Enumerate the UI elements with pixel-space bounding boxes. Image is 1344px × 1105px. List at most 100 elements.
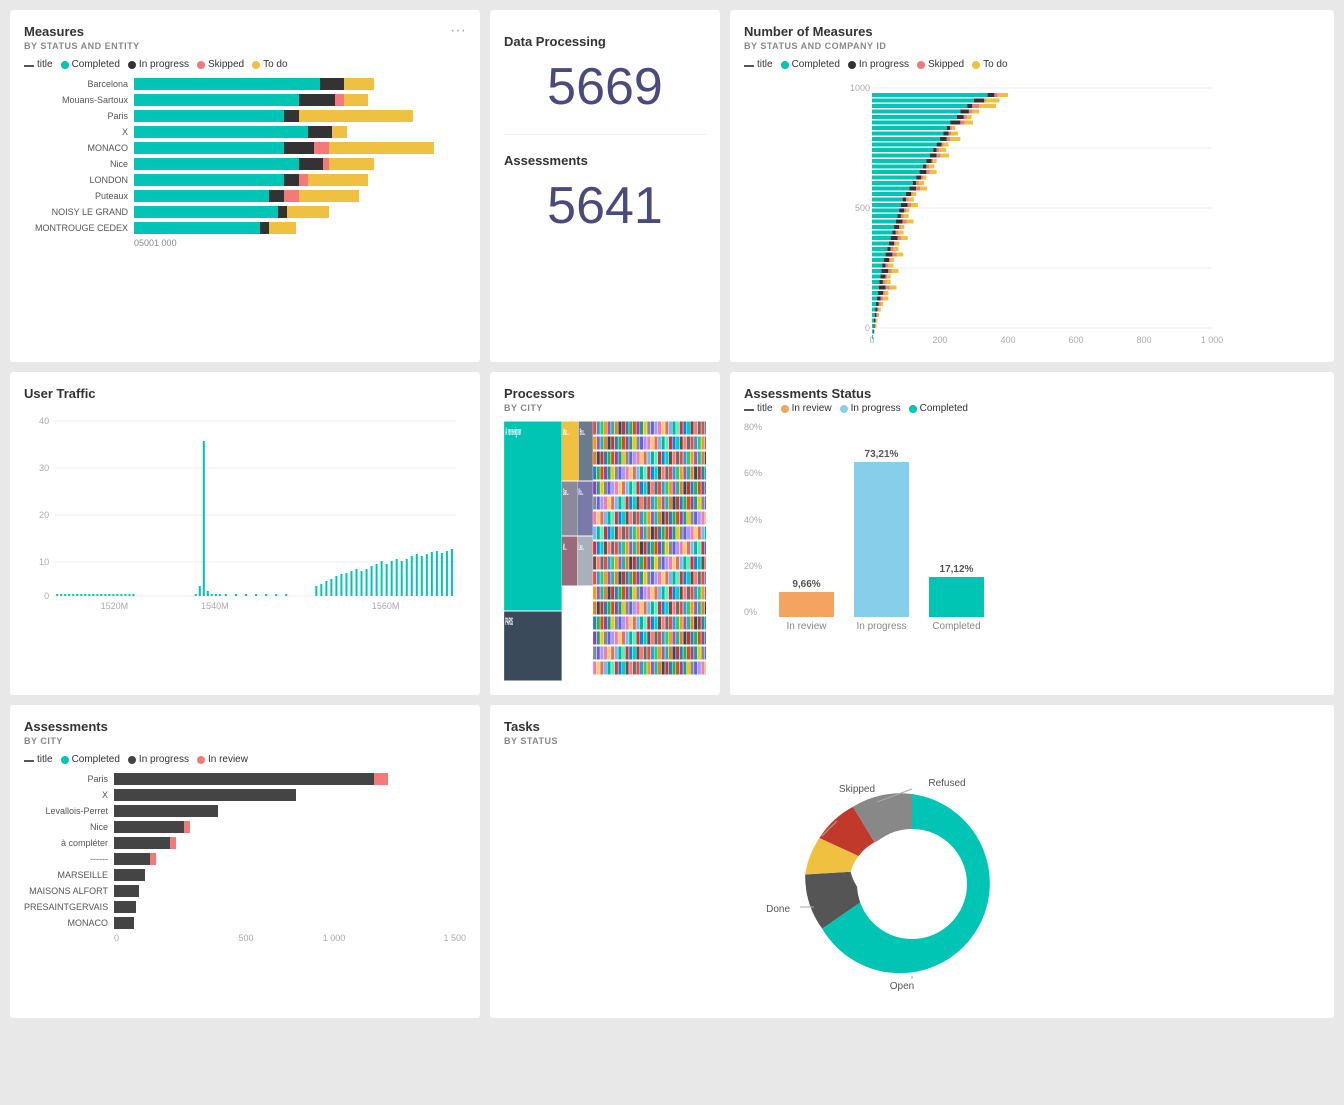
legend-completed: Completed: [72, 59, 120, 70]
measures-menu[interactable]: ···: [450, 22, 466, 40]
assess-bar-row: ------: [24, 853, 466, 865]
svg-text:Done: Done: [766, 904, 790, 915]
svg-text:40: 40: [39, 416, 49, 426]
as-chart: 80%60%40%20%0% 9,66% 73,21% 17,12%: [744, 422, 1320, 642]
legend-inprogress: In progress: [139, 59, 189, 70]
svg-text:Open: Open: [890, 981, 914, 992]
bar-row: Nice: [24, 158, 466, 170]
bar-label: LONDON: [24, 175, 134, 185]
as-title: Assessments Status: [744, 386, 1320, 401]
bar-label: Paris: [24, 111, 134, 121]
svg-text:200: 200: [932, 335, 947, 345]
bar-row: Paris: [24, 110, 466, 122]
svg-text:1 000: 1 000: [1201, 335, 1224, 345]
number-of-measures-subtitle: BY STATUS AND COMPANY ID: [744, 41, 1320, 51]
svg-text:600: 600: [1068, 335, 1083, 345]
bar-label: NOISY LE GRAND: [24, 207, 134, 217]
assess-bar-row: MARSEILLE: [24, 869, 466, 881]
processors-card: Processors BY CITY A renseignerPARISMar.…: [490, 372, 720, 695]
assess-bar-label: Levallois-Perret: [24, 806, 114, 816]
data-processing-title: Data Processing: [504, 34, 706, 49]
assessments-city-subtitle: BY CITY: [24, 736, 466, 746]
svg-text:M...: M...: [563, 543, 567, 553]
measures-chart: Barcelona Mouans-Sartoux Paris: [24, 78, 466, 234]
bar-row: Puteaux: [24, 190, 466, 202]
svg-text:0: 0: [869, 335, 874, 345]
bar-label: MONTROUGE CEDEX: [24, 223, 134, 233]
number-of-measures-chart: 1000500002004006008001 000: [744, 78, 1320, 348]
assess-bar-row: Paris: [24, 773, 466, 785]
user-traffic-title: User Traffic: [24, 386, 466, 401]
svg-text:A renseigner: A renseigner: [505, 425, 521, 437]
bar-label: Nice: [24, 159, 134, 169]
measures-x-axis: 05001 000: [134, 238, 466, 248]
assess-bar-label: Paris: [24, 774, 114, 784]
bar-label: Mouans-Sartoux: [24, 95, 134, 105]
assessments-city-card: Assessments BY CITY title Completed In p…: [10, 705, 480, 1018]
bar-label: Barcelona: [24, 79, 134, 89]
bar-row: NOISY LE GRAND: [24, 206, 466, 218]
bar-label: X: [24, 127, 134, 137]
assess-bar-label: à compléter: [24, 838, 114, 848]
svg-text:0: 0: [865, 323, 870, 333]
number-of-measures-title: Number of Measures: [744, 24, 1320, 39]
assess-bar-row: MONACO: [24, 917, 466, 929]
assess-bar-row: Nice: [24, 821, 466, 833]
bar-completed: 17,12%: [929, 564, 984, 617]
assessments-title: Assessments: [504, 153, 706, 168]
tasks-donut-area: Open Skipped Refused Done: [504, 754, 1320, 1004]
measures-title: Measures: [24, 24, 466, 39]
bar-label: Puteaux: [24, 191, 134, 201]
svg-text:500: 500: [855, 203, 870, 213]
measures-subtitle: BY STATUS AND ENTITY: [24, 41, 466, 51]
data-processing-value: 5669: [504, 59, 706, 116]
num-measures-legend: title Completed In progress Skipped To d…: [744, 59, 1320, 70]
assess-bar-label: MAISONS ALFORT: [24, 886, 114, 896]
assessments-city-title: Assessments: [24, 719, 466, 734]
svg-text:Skipped: Skipped: [839, 784, 875, 795]
assess-bar-row: Levallois-Perret: [24, 805, 466, 817]
data-processing-section: Data Processing 5669: [504, 24, 706, 126]
number-of-measures-card: Number of Measures BY STATUS AND COMPANY…: [730, 10, 1334, 362]
assessments-city-legend: title Completed In progress In review: [24, 754, 466, 765]
data-processing-card: Data Processing 5669 Assessments 5641: [490, 10, 720, 362]
assess-bar-label: X: [24, 790, 114, 800]
svg-text:800: 800: [1136, 335, 1151, 345]
svg-text:1560M: 1560M: [372, 601, 400, 611]
svg-text:San...: San...: [563, 488, 569, 498]
assess-bar-label: PRESAINTGERVAIS: [24, 902, 114, 912]
assessments-city-chart: Paris X Levallois-Perret Nice: [24, 773, 466, 929]
bar-row: MONACO: [24, 142, 466, 154]
bar-row: Mouans-Sartoux: [24, 94, 466, 106]
bar-row: LONDON: [24, 174, 466, 186]
assess-bar-label: MARSEILLE: [24, 870, 114, 880]
assess-bar-row: X: [24, 789, 466, 801]
assess-bar-label: MONACO: [24, 918, 114, 928]
tasks-card: Tasks BY STATUS Open Skipped: [490, 705, 1334, 1018]
legend-todo: To do: [263, 59, 287, 70]
legend-skipped: Skipped: [208, 59, 244, 70]
assess-bar-row: MAISONS ALFORT: [24, 885, 466, 897]
traffic-svg: 40 30 20 10 0: [24, 411, 466, 611]
bar-in-review: 9,66%: [779, 579, 834, 617]
assessments-value: 5641: [504, 178, 706, 235]
svg-text:1520M: 1520M: [101, 601, 129, 611]
legend-title: title: [37, 59, 53, 70]
tasks-subtitle: BY STATUS: [504, 736, 1320, 746]
tasks-title: Tasks: [504, 719, 1320, 734]
assess-bar-label: Nice: [24, 822, 114, 832]
tasks-donut-svg: Open Skipped Refused Done: [722, 764, 1102, 1004]
svg-text:Bru...: Bru...: [580, 428, 586, 438]
processors-treemap: A renseignerPARISMar...Bru...San...Ro...…: [504, 421, 706, 681]
svg-text:400: 400: [1000, 335, 1015, 345]
bar-row: MONTROUGE CEDEX: [24, 222, 466, 234]
svg-text:0: 0: [44, 591, 49, 601]
processors-subtitle: BY CITY: [504, 403, 706, 413]
measures-card: ··· Measures BY STATUS AND ENTITY title …: [10, 10, 480, 362]
svg-text:Lev...: Lev...: [579, 543, 584, 553]
svg-text:Mar...: Mar...: [563, 428, 569, 438]
bar-row: Barcelona: [24, 78, 466, 90]
assessments-status-card: Assessments Status title In review In pr…: [730, 372, 1334, 695]
svg-text:PARIS: PARIS: [505, 615, 513, 627]
svg-text:Refused: Refused: [928, 778, 965, 789]
